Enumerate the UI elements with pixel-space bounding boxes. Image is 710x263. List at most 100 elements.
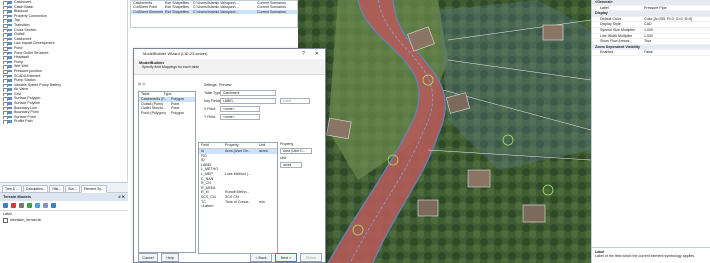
table-list-item[interactable]: Pond (Polygon) Polygon xyxy=(139,111,195,116)
table-type-select[interactable]: Catchment xyxy=(220,90,276,96)
property-key: Line Width Multiplier xyxy=(600,33,633,38)
table-list[interactable]: Table Type Catchments (F... Polygon Outfal… xyxy=(138,91,196,253)
building xyxy=(417,199,439,217)
property-value: Color [A=255, R=0, G=0, B=0] xyxy=(644,16,693,21)
finish-button[interactable]: Finish xyxy=(300,253,322,262)
dialog-title: ModelBuilder Wizard (LID-23.sewer) xyxy=(143,51,208,56)
tree-item[interactable]: Profile Path xyxy=(0,119,127,125)
property-key: <General> xyxy=(595,0,613,4)
table-cell: CutSheet Elements xyxy=(133,9,163,14)
property-value: CAD xyxy=(644,22,652,27)
property-key: Zoom Dependent Visibility xyxy=(595,44,641,49)
terrain-models-panel: Terrain Models # ✕ Label elevation_terra… xyxy=(0,193,128,263)
map-view[interactable] xyxy=(298,0,591,263)
key-fields-select[interactable]: LABEL xyxy=(220,98,276,104)
grid-rows: Id Area (User De... acres FID ID LABEL L_METHO… xyxy=(199,149,277,209)
building xyxy=(542,24,564,41)
key-fields-label: Key Fields: xyxy=(204,99,222,103)
grid-cell: <Label> xyxy=(201,204,214,209)
property-key: Show Flow Arrows xyxy=(600,39,630,44)
key-label-input[interactable]: Label xyxy=(280,98,310,104)
dialog-banner: ModelBuilder Specify field Mappings for … xyxy=(134,59,325,75)
property-header: Property xyxy=(280,142,294,146)
element-tree[interactable]: Catchment Catch Basin Blackout Property Con… xyxy=(0,0,128,181)
property-col-header: Property xyxy=(225,143,239,147)
panel-tab[interactable]: Hist... xyxy=(49,185,65,193)
terrain-panel-title: Terrain Models # ✕ xyxy=(0,193,128,201)
modelbuilder-wizard-dialog: ModelBuilder Wizard (LID-23.sewer) ? ✕ M… xyxy=(133,48,326,263)
table-list-rows: Catchments (F... Polygon Outfall (Point) Po… xyxy=(139,97,195,115)
unit-col-header: Unit xyxy=(259,143,266,147)
properties-panel: <General> Label Pressure Pipe Display Defaul… xyxy=(591,0,710,263)
refresh-icon[interactable] xyxy=(35,203,40,208)
help-icon[interactable] xyxy=(51,203,56,208)
property-value: True xyxy=(644,39,652,44)
building xyxy=(467,169,491,188)
checkbox-icon[interactable] xyxy=(3,217,8,223)
table-cell: C:\Users\Islamic.Valsquez\... xyxy=(193,9,239,14)
grid-cell xyxy=(225,204,259,209)
property-value: False xyxy=(644,50,653,55)
panel-tab[interactable]: Element Sy... xyxy=(80,185,107,193)
table-type: Polygon xyxy=(171,110,184,115)
y-field-label: Y Field: xyxy=(204,115,216,119)
options-icon[interactable] xyxy=(43,203,48,208)
unit-select[interactable]: acres xyxy=(280,162,302,168)
property-key: Symbol Size Multiplier xyxy=(600,27,636,32)
close-button[interactable]: ✕ xyxy=(315,49,319,59)
property-value: 1.000 xyxy=(644,27,653,32)
unit-header: Unit xyxy=(280,156,287,160)
grid-icons[interactable]: ▦ ▤ xyxy=(138,82,146,86)
property-description: Label Label of the field which the curre… xyxy=(592,247,710,263)
terrain-panel-controls[interactable]: # ✕ xyxy=(118,193,125,201)
tab-preview[interactable]: Preview xyxy=(219,83,231,87)
property-select[interactable]: Area (User D... xyxy=(280,148,312,154)
cancel-button[interactable]: Cancel xyxy=(138,253,158,262)
property-key: Default Color xyxy=(600,16,621,21)
terrain-list-item[interactable]: elevation_terrain.tin xyxy=(0,217,128,223)
description-text: Label of the field which the current ele… xyxy=(595,254,696,258)
table-cell: Current Scenarios xyxy=(257,9,286,14)
property-value: 1.000 xyxy=(644,33,653,38)
grid-row[interactable]: <Label> xyxy=(199,204,277,209)
help-button[interactable]: ? xyxy=(302,49,305,59)
field-mapping-grid[interactable]: Field Property Unit Id Area (User De... ac… xyxy=(198,142,278,254)
dialog-subheading: Specify field Mappings for each table xyxy=(142,65,200,69)
terrain-title-text: Terrain Models xyxy=(3,194,32,199)
delete-icon[interactable] xyxy=(11,203,16,208)
y-field-select[interactable]: <none> xyxy=(220,114,260,120)
property-row[interactable]: Enabled False xyxy=(592,50,710,56)
building xyxy=(326,117,352,140)
edit-icon[interactable] xyxy=(27,203,32,208)
next-button[interactable]: Next > xyxy=(275,253,297,262)
dialog-controls: ? ✕ xyxy=(302,49,325,59)
rename-icon[interactable] xyxy=(19,203,24,208)
property-grid[interactable]: <General> Label Pressure Pipe Display Defaul… xyxy=(592,0,710,56)
panel-tabs: Tree & ... Calculation... Hist... Sce... Ele… xyxy=(0,182,128,193)
back-button[interactable]: < Back xyxy=(250,253,272,262)
table-row[interactable]: CutSheet Elements Esri Shapefiles C:\Users… xyxy=(131,9,297,15)
help-dialog-button[interactable]: Help xyxy=(161,253,179,262)
map-canvas xyxy=(298,0,591,263)
terrain-toolbar xyxy=(0,201,128,211)
panel-tab[interactable]: Tree & ... xyxy=(2,185,22,193)
property-value: Pressure Pipe xyxy=(644,5,667,10)
property-key: Display xyxy=(595,11,608,16)
tab-settings[interactable]: Settings xyxy=(204,83,217,87)
terrain-item-label: elevation_terrain.tin xyxy=(10,218,42,222)
new-icon[interactable] xyxy=(3,203,8,208)
grid-cell xyxy=(259,204,277,209)
table-cell: Esri Shapefiles xyxy=(165,9,189,14)
property-key: Enabled xyxy=(600,50,614,55)
field-col-header: Field xyxy=(201,143,209,147)
data-source-table: Catchments Esri Shapefiles C:\Users\Islami… xyxy=(130,0,298,28)
building xyxy=(522,204,546,223)
property-key: Display Style xyxy=(600,22,621,27)
panel-tab[interactable]: Calculation... xyxy=(22,185,49,193)
panel-tab[interactable]: Sce... xyxy=(65,185,80,193)
property-key: Label xyxy=(600,5,609,10)
x-field-select[interactable]: <none> xyxy=(220,106,260,112)
x-field-label: X Field: xyxy=(204,107,216,111)
dialog-titlebar[interactable]: ModelBuilder Wizard (LID-23.sewer) ? ✕ xyxy=(134,49,325,59)
table-name: Pond (Polygon) xyxy=(141,110,166,115)
